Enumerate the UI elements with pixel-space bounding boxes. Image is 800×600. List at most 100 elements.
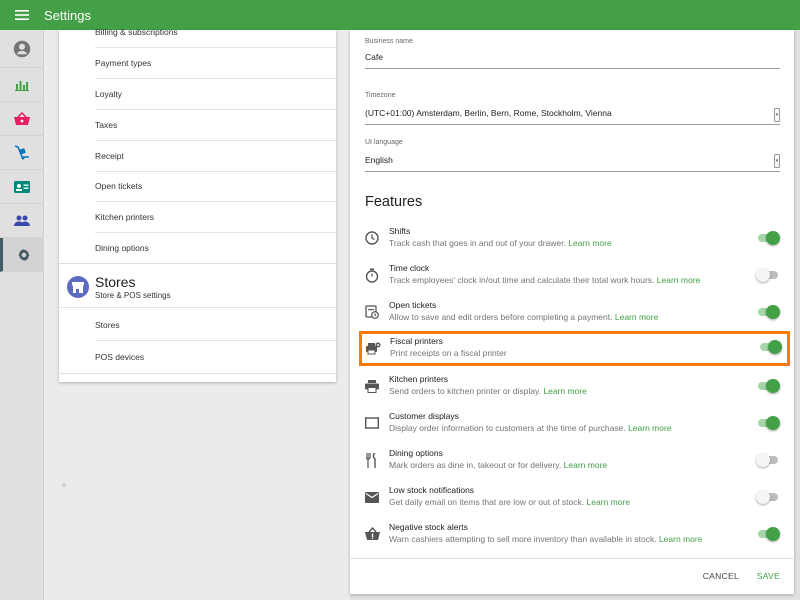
open-tickets-toggle[interactable] (756, 305, 780, 319)
menu-item-billing[interactable]: Billing & subscriptions (95, 17, 336, 48)
feature-desc: Print receipts on a fiscal printer (390, 348, 507, 358)
feature-title: Customer displays (389, 411, 459, 421)
feature-title: Low stock notifications (389, 485, 475, 495)
menu-item-payment-types[interactable]: Payment types (95, 48, 336, 79)
learn-more-link[interactable]: Learn more (657, 275, 700, 285)
scroll-dot (62, 483, 66, 487)
nav-rail (0, 30, 44, 600)
nav-items[interactable] (0, 102, 44, 136)
people-icon (14, 215, 30, 226)
mail-icon (364, 489, 380, 505)
menu-item-open-tickets[interactable]: Open tickets (95, 171, 336, 202)
ui-language-label: UI language (365, 139, 403, 146)
feature-desc: Mark orders as dine in, takeout or for d… (389, 460, 608, 470)
learn-more-link[interactable]: Learn more (568, 238, 611, 248)
dolly-icon (14, 145, 29, 160)
nav-account[interactable] (0, 30, 44, 68)
feature-desc: Allow to save and edit orders before com… (389, 312, 659, 322)
kitchen-printers-toggle[interactable] (756, 379, 780, 393)
learn-more-link[interactable]: Learn more (615, 312, 658, 322)
store-icon (67, 276, 89, 298)
negative-stock-alerts-toggle[interactable] (756, 527, 780, 541)
fiscal-printer-icon (365, 340, 381, 356)
feature-title: Time clock (389, 263, 430, 273)
timezone-underline (365, 124, 780, 125)
feature-title: Fiscal printers (390, 336, 443, 346)
feature-desc: Warn cashiers attempting to sell more in… (389, 534, 703, 544)
ui-language-underline (365, 171, 780, 172)
save-button[interactable]: SAVE (757, 571, 780, 581)
feature-negative-stock-alerts: Negative stock alerts Warn cashiers atte… (358, 518, 788, 552)
menu-item-dining-options[interactable]: Dining options (95, 232, 336, 263)
section-title: Stores (95, 274, 136, 290)
learn-more-link[interactable]: Learn more (659, 534, 702, 544)
ui-language-select[interactable]: English (365, 155, 393, 165)
time-clock-toggle[interactable] (756, 268, 780, 282)
nav-employees[interactable] (0, 204, 44, 238)
ui-language-dropdown-icon[interactable]: ▾ (774, 154, 780, 168)
basket-alert-icon (364, 526, 380, 542)
feature-desc: Get daily email on items that are low or… (389, 497, 630, 507)
dining-options-toggle[interactable] (756, 453, 780, 467)
cancel-button[interactable]: CANCEL (703, 571, 739, 581)
section-subtitle: Store & POS settings (95, 291, 171, 300)
shifts-toggle[interactable] (756, 231, 780, 245)
id-card-icon (14, 180, 30, 193)
feature-shifts: Shifts Track cash that goes in and out o… (358, 222, 788, 256)
page-title: Settings (44, 7, 91, 23)
feature-desc: Track employees' clock in/out time and c… (389, 275, 701, 285)
menu-item-taxes[interactable]: Taxes (95, 110, 336, 141)
feature-desc: Track cash that goes in and out of your … (389, 238, 612, 248)
nav-settings[interactable] (0, 238, 44, 272)
feature-fiscal-printers: Fiscal printers Print receipts on a fisc… (359, 331, 790, 366)
feature-title: Open tickets (389, 300, 437, 310)
menu-item-pos-devices[interactable]: POS devices (95, 341, 336, 372)
general-settings-card: Business name Cafe Timezone (UTC+01:00) … (350, 30, 794, 594)
business-name-input[interactable]: Cafe (365, 52, 383, 62)
feature-kitchen-printers: Kitchen printers Send orders to kitchen … (358, 370, 788, 404)
card-bottom-padding (59, 373, 336, 382)
utensils-icon (364, 452, 380, 468)
business-name-label: Business name (365, 38, 413, 45)
learn-more-link[interactable]: Learn more (587, 497, 630, 507)
customer-displays-toggle[interactable] (756, 416, 780, 430)
feature-desc: Display order information to customers a… (389, 423, 672, 433)
menu-item-kitchen-printers[interactable]: Kitchen printers (95, 202, 336, 233)
fiscal-printers-toggle[interactable] (758, 340, 782, 354)
stopwatch-icon (364, 267, 380, 283)
learn-more-link[interactable]: Learn more (543, 386, 586, 396)
feature-time-clock: Time clock Track employees' clock in/out… (358, 259, 788, 293)
feature-title: Shifts (389, 226, 411, 236)
menu-item-loyalty[interactable]: Loyalty (95, 79, 336, 110)
learn-more-link[interactable]: Learn more (628, 423, 671, 433)
feature-desc: Send orders to kitchen printer or displa… (389, 386, 587, 396)
learn-more-link[interactable]: Learn more (564, 460, 607, 470)
timezone-dropdown-icon[interactable]: ▾ (774, 108, 780, 122)
nav-customers[interactable] (0, 170, 44, 204)
printer-icon (364, 378, 380, 394)
stores-section-header: Stores Store & POS settings (59, 263, 336, 308)
feature-dining-options: Dining options Mark orders as dine in, t… (358, 444, 788, 478)
low-stock-notifications-toggle[interactable] (756, 490, 780, 504)
gear-icon (18, 248, 29, 261)
bar-chart-icon (15, 80, 29, 91)
basket-icon (14, 111, 30, 125)
account-icon (13, 40, 31, 57)
features-heading: Features (365, 194, 423, 210)
nav-reports[interactable] (0, 68, 44, 102)
nav-inventory[interactable] (0, 136, 44, 170)
feature-low-stock-notifications: Low stock notifications Get daily email … (358, 481, 788, 515)
ticket-clock-icon (364, 304, 380, 320)
menu-item-stores[interactable]: Stores (95, 310, 336, 341)
feature-open-tickets: Open tickets Allow to save and edit orde… (358, 296, 788, 330)
settings-menu-column: Billing & subscriptions Payment types Lo… (44, 27, 350, 600)
feature-title: Kitchen printers (389, 374, 449, 384)
feature-customer-displays: Customer displays Display order informat… (358, 407, 788, 441)
clock-icon (364, 230, 380, 246)
menu-icon[interactable] (0, 0, 44, 30)
menu-item-receipt[interactable]: Receipt (95, 141, 336, 172)
settings-menu-card: Billing & subscriptions Payment types Lo… (59, 27, 336, 382)
business-name-underline (365, 68, 780, 69)
feature-title: Dining options (389, 448, 443, 458)
timezone-select[interactable]: (UTC+01:00) Amsterdam, Berlin, Bern, Rom… (365, 108, 612, 118)
